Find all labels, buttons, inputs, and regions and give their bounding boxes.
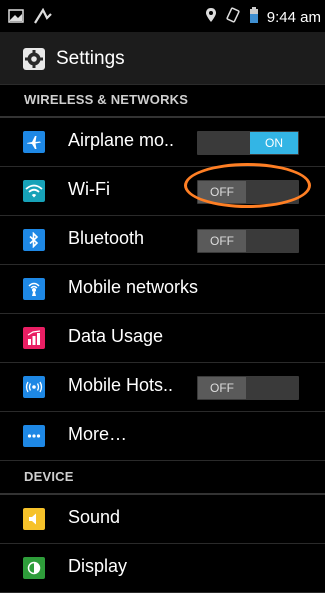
mobile-hotspot-label: Mobile Hots..	[68, 375, 174, 395]
signal-icon	[34, 7, 52, 29]
hotspot-icon	[23, 376, 45, 398]
toggle-state: ON	[250, 132, 298, 154]
settings-item-more[interactable]: More…	[0, 412, 325, 461]
sound-icon	[23, 508, 45, 530]
status-time: 9:44 am	[266, 8, 321, 26]
location-icon	[205, 7, 217, 27]
bluetooth-label: Bluetooth	[68, 228, 145, 248]
toggle-state: OFF	[198, 377, 246, 399]
bluetooth-toggle[interactable]: OFF	[197, 229, 299, 253]
wifi-label: Wi-Fi	[68, 179, 110, 199]
section-header-wireless: WIRELESS & NETWORKS	[0, 84, 325, 118]
gear-icon[interactable]	[22, 47, 46, 71]
data-usage-icon	[23, 327, 45, 349]
data-usage-label: Data Usage	[68, 326, 164, 346]
highlight-ellipse	[184, 163, 311, 208]
settings-item-bluetooth[interactable]: Bluetooth OFF	[0, 216, 325, 265]
battery-icon	[249, 7, 259, 27]
settings-list: WIRELESS & NETWORKS Airplane mo.. ON Wi-…	[0, 84, 325, 593]
toggle-state: OFF	[198, 230, 246, 252]
mobile-hotspot-toggle[interactable]: OFF	[197, 376, 299, 400]
settings-item-mobile-networks[interactable]: Mobile networks	[0, 265, 325, 314]
airplane-icon	[23, 131, 45, 153]
mobile-networks-icon	[23, 278, 45, 300]
status-bar: 9:44 am	[0, 0, 325, 33]
more-icon	[23, 425, 45, 447]
settings-item-sound[interactable]: Sound	[0, 495, 325, 544]
action-bar: Settings	[0, 32, 325, 85]
section-header-device: DEVICE	[0, 461, 325, 495]
settings-item-data-usage[interactable]: Data Usage	[0, 314, 325, 363]
settings-item-display[interactable]: Display	[0, 544, 325, 593]
settings-item-mobile-hotspot[interactable]: Mobile Hots.. OFF	[0, 363, 325, 412]
sound-label: Sound	[68, 507, 121, 527]
airplane-mode-toggle[interactable]: ON	[197, 131, 299, 155]
rotate-icon	[225, 7, 241, 27]
page-title: Settings	[56, 48, 125, 69]
display-icon	[23, 557, 45, 579]
settings-item-airplane-mode[interactable]: Airplane mo.. ON	[0, 118, 325, 167]
display-label: Display	[68, 556, 128, 576]
more-label: More…	[68, 424, 128, 444]
wifi-icon	[23, 180, 45, 202]
image-icon	[8, 9, 24, 28]
airplane-mode-label: Airplane mo..	[68, 130, 175, 150]
bluetooth-icon	[23, 229, 45, 251]
mobile-networks-label: Mobile networks	[68, 277, 199, 297]
